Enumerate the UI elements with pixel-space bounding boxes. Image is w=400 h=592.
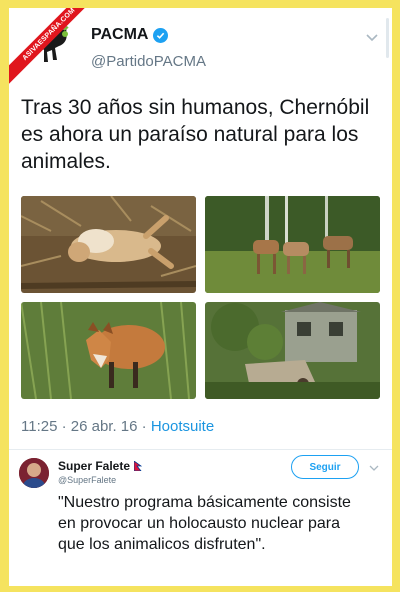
- tweet-timestamp: 11:25 · 26 abr. 16 · Hootsuite: [21, 418, 214, 435]
- nepal-flag-icon: [134, 461, 143, 471]
- photo-fox[interactable]: [21, 302, 196, 399]
- follow-button[interactable]: Seguir: [291, 455, 359, 479]
- reply-text: "Nuestro programa básicamente consiste e…: [58, 494, 351, 553]
- verified-badge-icon: [153, 27, 169, 43]
- tweet-screenshot: ASIVAESPAÑA.COM PACMA @PartidoPACMA Tras…: [9, 8, 392, 586]
- avatar[interactable]: [19, 458, 49, 488]
- timestamp-text: 11:25 · 26 abr. 16 ·: [21, 418, 151, 435]
- reply-author-name[interactable]: Super Falete: [58, 459, 130, 473]
- chevron-down-icon[interactable]: [369, 463, 379, 473]
- author-name[interactable]: PACMA: [91, 26, 148, 44]
- reply-author[interactable]: Super Falete: [58, 459, 143, 473]
- scrollbar[interactable]: [386, 18, 389, 58]
- author-handle[interactable]: @PartidoPACMA: [91, 53, 206, 70]
- photo-cat[interactable]: [21, 196, 196, 293]
- chevron-down-icon[interactable]: [365, 30, 379, 44]
- divider: [9, 449, 392, 450]
- source-link[interactable]: Hootsuite: [151, 418, 214, 435]
- photo-abandoned-house[interactable]: [205, 302, 380, 399]
- tweet-author[interactable]: PACMA: [91, 26, 169, 44]
- tweet-text: Tras 30 años sin humanos, Chernóbil es a…: [21, 96, 370, 173]
- reply-author-handle[interactable]: @SuperFalete: [58, 475, 116, 485]
- photo-horses[interactable]: [205, 196, 380, 293]
